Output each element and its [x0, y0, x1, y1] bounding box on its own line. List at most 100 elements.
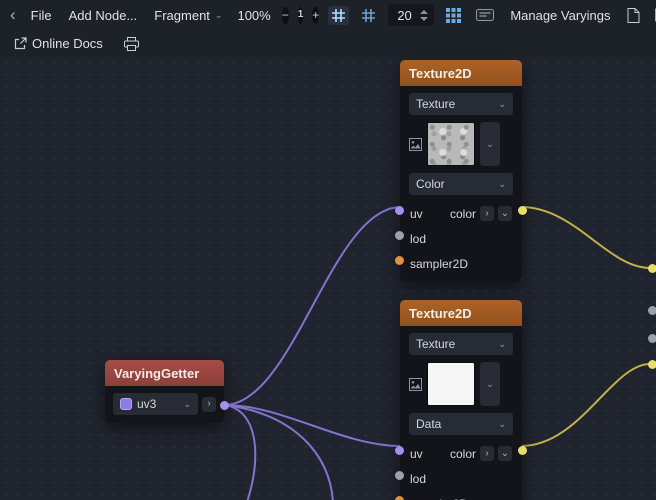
- generated-code-button[interactable]: [624, 6, 643, 25]
- node-ports: uv color › ⌄ lod sampler2D: [400, 199, 522, 282]
- port-sampler-input[interactable]: [395, 256, 404, 265]
- manage-varyings-button[interactable]: Manage Varyings: [506, 6, 614, 25]
- texture-picker-button[interactable]: ⌄: [480, 362, 500, 406]
- vec3-icon: [120, 398, 132, 410]
- file-menu-button[interactable]: File: [27, 6, 56, 25]
- offscreen-port-4[interactable]: [648, 360, 656, 369]
- connection-wires: [0, 57, 656, 500]
- zoom-reset-icon: 1: [298, 10, 304, 20]
- offscreen-port-1[interactable]: [648, 264, 656, 273]
- node-title: Texture2D: [409, 306, 472, 321]
- varying-select-dropdown[interactable]: uv3 ⌄: [113, 393, 198, 415]
- texture-mode-dropdown[interactable]: Color ⌄: [409, 173, 513, 195]
- chevron-down-icon: ⌄: [183, 400, 191, 409]
- wire-texture1-color-out: [521, 207, 650, 268]
- texture-thumbnail[interactable]: [427, 122, 475, 166]
- snap-grid-icon: [331, 8, 346, 23]
- wire-varying-offscreen-2: [224, 405, 333, 500]
- port-row-sampler: sampler2D: [400, 491, 522, 500]
- node-ports: uv color › ⌄ lod sampler2D: [400, 439, 522, 500]
- minus-icon: −: [282, 9, 289, 21]
- shader-editor-toolbar: ‹ File Add Node... Fragment ⌄ 100% − 1 +…: [0, 0, 656, 30]
- shader-graph-canvas[interactable]: Texture2D Texture ⌄ ⌄ Color ⌄: [0, 57, 656, 500]
- shader-preview-icon: [476, 8, 494, 22]
- zoom-reset-button[interactable]: 1: [298, 7, 304, 24]
- node-controls: Texture ⌄ ⌄ Data ⌄: [400, 326, 522, 439]
- zoom-out-button[interactable]: −: [282, 7, 289, 24]
- shader-preview-button[interactable]: [473, 6, 497, 24]
- spin-down-icon[interactable]: [420, 17, 428, 21]
- node-title-bar[interactable]: Texture2D: [400, 300, 522, 326]
- texture-type-icon: [409, 138, 422, 151]
- wire-texture2-color-out: [521, 364, 650, 446]
- node-title-bar[interactable]: Texture2D: [400, 60, 522, 86]
- texture-source-dropdown[interactable]: Texture ⌄: [409, 333, 513, 355]
- wire-varying-to-texture1-uv: [224, 207, 401, 405]
- add-node-button[interactable]: Add Node...: [65, 6, 142, 25]
- node-texture2d-color[interactable]: Texture2D Texture ⌄ ⌄ Color ⌄: [400, 60, 522, 282]
- port-uv-input[interactable]: [395, 206, 404, 215]
- texture-picker-button[interactable]: ⌄: [480, 122, 500, 166]
- texture-source-dropdown[interactable]: Texture ⌄: [409, 93, 513, 115]
- port-lod-input[interactable]: [395, 231, 404, 240]
- port-varying-output[interactable]: [220, 401, 229, 410]
- back-icon: ‹: [10, 5, 16, 25]
- wire-varying-to-texture2-uv: [224, 405, 401, 446]
- back-button[interactable]: ‹: [8, 5, 18, 25]
- external-link-icon: [14, 37, 27, 50]
- chevron-down-icon: ⌄: [486, 380, 494, 389]
- texture-preview-row: ⌄: [409, 122, 513, 166]
- node-varying-getter[interactable]: VaryingGetter uv3 ⌄ ›: [105, 360, 224, 423]
- grid-pattern-button[interactable]: [443, 6, 464, 25]
- port-lod-input[interactable]: [395, 471, 404, 480]
- node-controls: uv3 ⌄ ›: [105, 386, 224, 423]
- zoom-in-button[interactable]: +: [312, 7, 319, 24]
- texture-thumbnail[interactable]: [427, 362, 475, 406]
- chevron-down-icon: ⌄: [498, 180, 506, 189]
- node-title-bar[interactable]: VaryingGetter: [105, 360, 224, 386]
- node-controls: Texture ⌄ ⌄ Color ⌄: [400, 86, 522, 199]
- port-row-uv: uv color › ⌄: [400, 201, 522, 226]
- snap-toggle-button[interactable]: [328, 6, 349, 25]
- chevron-down-icon: ⌄: [215, 11, 223, 20]
- print-button[interactable]: [121, 35, 142, 53]
- texture-preview-row: ⌄: [409, 362, 513, 406]
- offscreen-port-2[interactable]: [648, 306, 656, 315]
- node-texture2d-data[interactable]: Texture2D Texture ⌄ ⌄ Data ⌄: [400, 300, 522, 500]
- chevron-down-icon: ⌄: [486, 140, 494, 149]
- zoom-level-label: 100%: [235, 8, 272, 23]
- spinner-arrows: [420, 10, 428, 21]
- node-title: Texture2D: [409, 66, 472, 81]
- port-row-lod: lod: [400, 226, 522, 251]
- chevron-down-icon: ⌄: [498, 100, 506, 109]
- float-window-button[interactable]: [652, 6, 656, 24]
- texture-mode-dropdown[interactable]: Data ⌄: [409, 413, 513, 435]
- port-row-uv: uv color › ⌄: [400, 441, 522, 466]
- spin-up-icon[interactable]: [420, 10, 428, 14]
- output-preview-button[interactable]: ⌄: [498, 206, 512, 221]
- port-sampler-input[interactable]: [395, 496, 404, 500]
- port-row-lod: lod: [400, 466, 522, 491]
- wire-varying-offscreen-1: [224, 405, 255, 500]
- port-color-output[interactable]: [518, 446, 527, 455]
- offscreen-port-3[interactable]: [648, 334, 656, 343]
- port-uv-input[interactable]: [395, 446, 404, 455]
- texture-type-icon: [409, 378, 422, 391]
- node-title: VaryingGetter: [114, 366, 199, 381]
- online-docs-button[interactable]: Online Docs: [10, 34, 107, 53]
- output-expand-button[interactable]: ›: [480, 446, 494, 461]
- chevron-down-icon: ⌄: [498, 340, 506, 349]
- port-row-sampler: sampler2D: [400, 251, 522, 276]
- port-color-output[interactable]: [518, 206, 527, 215]
- output-expand-button[interactable]: ›: [480, 206, 494, 221]
- snap-distance-input[interactable]: 20: [388, 4, 434, 26]
- shader-stage-dropdown[interactable]: Fragment ⌄: [150, 6, 226, 25]
- output-preview-button[interactable]: ⌄: [498, 446, 512, 461]
- printer-icon: [124, 37, 139, 51]
- grid-icon: [361, 8, 376, 23]
- document-icon: [627, 8, 640, 23]
- grid-toggle-button[interactable]: [358, 6, 379, 25]
- grid-pattern-icon: [446, 8, 461, 23]
- output-expand-button[interactable]: ›: [202, 397, 216, 412]
- plus-icon: +: [312, 9, 319, 21]
